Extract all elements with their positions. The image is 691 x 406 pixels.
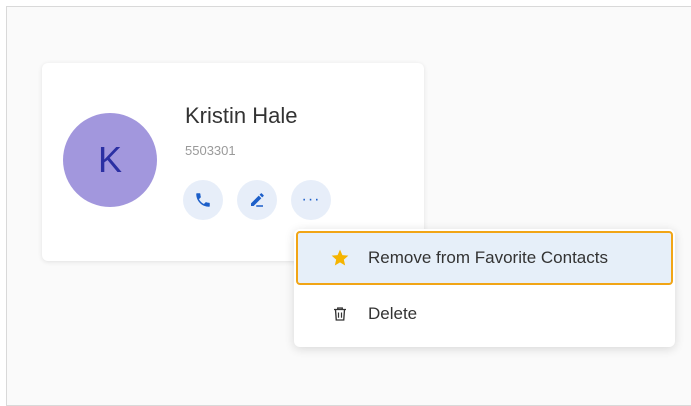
contact-actions: ···	[183, 180, 331, 220]
call-button[interactable]	[183, 180, 223, 220]
avatar-initial: K	[97, 139, 122, 180]
pencil-icon	[251, 193, 264, 207]
contact-number: 5503301	[185, 143, 236, 158]
menu-item-label: Remove from Favorite Contacts	[368, 248, 608, 267]
trash-icon	[328, 302, 352, 326]
menu-item-remove-favorite[interactable]: Remove from Favorite Contacts	[296, 231, 673, 285]
more-button[interactable]: ···	[291, 180, 331, 220]
contact-menu: Remove from Favorite Contacts Delete	[294, 229, 675, 347]
phone-icon	[196, 193, 210, 207]
star-icon	[328, 246, 352, 270]
menu-item-delete[interactable]: Delete	[296, 287, 673, 341]
contact-name: Kristin Hale	[185, 103, 298, 128]
ellipsis-icon: ···	[301, 191, 321, 208]
edit-button[interactable]	[237, 180, 277, 220]
menu-item-label: Delete	[368, 304, 418, 323]
avatar: K	[63, 113, 157, 207]
